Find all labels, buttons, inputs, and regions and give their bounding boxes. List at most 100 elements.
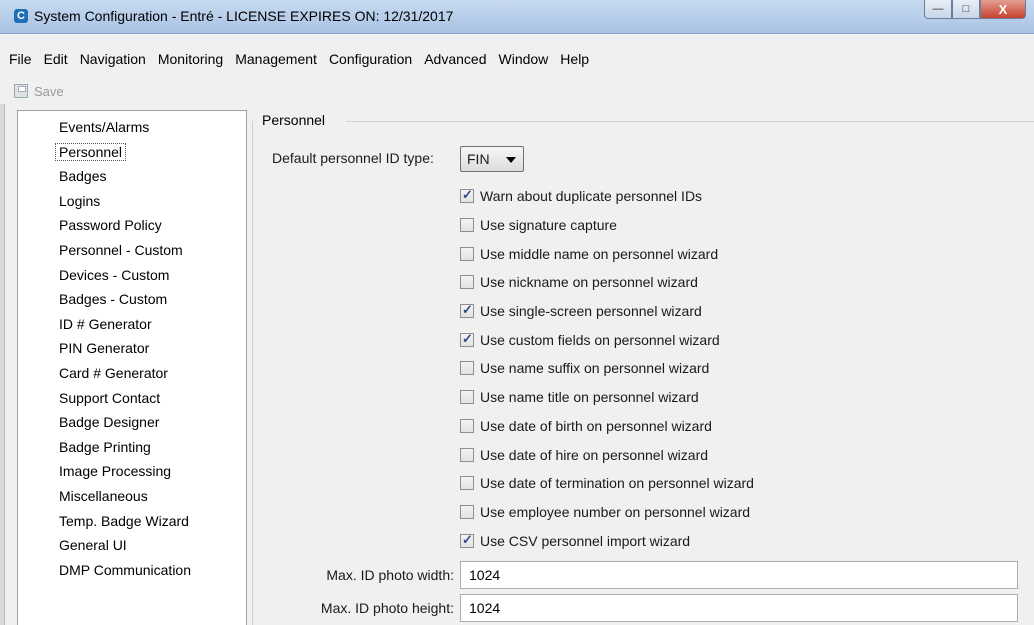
checkbox-label: Use employee number on personnel wizard [480, 503, 751, 520]
group-divider [346, 121, 1034, 122]
category-list[interactable]: Events/Alarms Personnel Badges Logins Passwo… [17, 110, 247, 625]
checkbox[interactable] [460, 418, 474, 433]
option-row[interactable]: Use date of termination on personnel wiz… [460, 469, 754, 498]
sidebar-item-label: Miscellaneous [59, 487, 148, 504]
maximize-button[interactable]: □ [952, 0, 980, 19]
menu-advanced[interactable]: Advanced [422, 51, 488, 67]
sidebar-item-badges-custom[interactable]: Badges - Custom [18, 287, 246, 312]
menu-navigation[interactable]: Navigation [78, 51, 148, 67]
checkbox-label: Use signature capture [480, 217, 617, 234]
sidebar-item-label: Personnel [55, 142, 127, 161]
window-controls: — □ X [924, 0, 1026, 20]
sidebar-item-support-contact[interactable]: Support Contact [18, 386, 246, 411]
checkbox[interactable] [460, 302, 474, 319]
checkbox[interactable] [460, 218, 474, 233]
group-border [252, 121, 253, 625]
save-button[interactable]: Save [14, 80, 64, 102]
id-type-dropdown[interactable]: FIN [460, 146, 524, 172]
floppy-disk-icon [14, 84, 28, 98]
option-row[interactable]: Use middle name on personnel wizard [460, 239, 754, 268]
photo-height-input[interactable] [460, 594, 1018, 622]
sidebar-item-badges[interactable]: Badges [18, 164, 246, 189]
minimize-button[interactable]: — [924, 0, 952, 19]
close-button[interactable]: X [980, 0, 1026, 19]
save-label: Save [34, 83, 64, 99]
sidebar-item-label: Card # Generator [59, 364, 168, 381]
checkbox[interactable] [460, 447, 474, 462]
checkbox-label: Warn about duplicate personnel IDs [480, 188, 703, 205]
checkbox-label: Use middle name on personnel wizard [480, 245, 719, 262]
checkbox-label: Use nickname on personnel wizard [480, 274, 698, 291]
sidebar-item-personnel-custom[interactable]: Personnel - Custom [18, 238, 246, 263]
checkbox[interactable] [460, 504, 474, 519]
sidebar-item-personnel[interactable]: Personnel [18, 140, 246, 165]
menu-edit[interactable]: Edit [42, 51, 70, 67]
checkbox-label: Use date of birth on personnel wizard [480, 417, 712, 434]
chevron-down-icon [506, 157, 516, 163]
checkbox[interactable] [460, 275, 474, 290]
sidebar-item-id-generator[interactable]: ID # Generator [18, 312, 246, 337]
menu-window[interactable]: Window [497, 51, 551, 67]
menu-help[interactable]: Help [558, 51, 591, 67]
option-row[interactable]: Use employee number on personnel wizard [460, 498, 754, 527]
sidebar-item-pin-generator[interactable]: PIN Generator [18, 336, 246, 361]
menu-management[interactable]: Management [233, 51, 319, 67]
option-row[interactable]: Use nickname on personnel wizard [460, 268, 754, 297]
sidebar-item-label: ID # Generator [59, 315, 152, 332]
sidebar-item-image-processing[interactable]: Image Processing [18, 459, 246, 484]
sidebar-item-temp-badge-wizard[interactable]: Temp. Badge Wizard [18, 509, 246, 534]
sidebar-item-label: DMP Communication [59, 561, 192, 578]
sidebar-item-label: PIN Generator [59, 340, 150, 357]
app-logo-icon: C [14, 9, 28, 23]
checkbox[interactable] [460, 390, 474, 405]
sidebar-item-password-policy[interactable]: Password Policy [18, 213, 246, 238]
checkbox[interactable] [460, 532, 474, 548]
checkbox-label: Use CSV personnel import wizard [480, 532, 691, 549]
sidebar-item-label: Badges - Custom [59, 291, 168, 308]
sidebar-item-label: Badges [59, 168, 107, 185]
option-row[interactable]: Use date of birth on personnel wizard [460, 412, 754, 441]
title-bar[interactable]: C System Configuration - Entré - LICENSE… [0, 0, 1034, 34]
option-row[interactable]: Use signature capture [460, 211, 754, 240]
menu-file[interactable]: File [7, 51, 34, 67]
option-row[interactable]: Use single-screen personnel wizard [460, 297, 754, 326]
checkbox[interactable] [460, 331, 474, 347]
option-row[interactable]: Use name title on personnel wizard [460, 383, 754, 412]
checkbox[interactable] [460, 476, 474, 491]
sidebar-item-events-alarms[interactable]: Events/Alarms [18, 115, 246, 140]
sidebar-item-badge-designer[interactable]: Badge Designer [18, 410, 246, 435]
menu-monitoring[interactable]: Monitoring [156, 51, 225, 67]
sidebar-item-devices-custom[interactable]: Devices - Custom [18, 263, 246, 288]
option-row[interactable]: Use date of hire on personnel wizard [460, 440, 754, 469]
checkbox-label: Use name suffix on personnel wizard [480, 360, 710, 377]
option-row[interactable]: Warn about duplicate personnel IDs [460, 182, 754, 211]
sidebar-item-miscellaneous[interactable]: Miscellaneous [18, 484, 246, 509]
sidebar-item-label: Image Processing [59, 463, 172, 480]
photo-width-input[interactable] [460, 561, 1018, 589]
sidebar-item-label: Devices - Custom [59, 266, 170, 283]
menu-configuration[interactable]: Configuration [327, 51, 414, 67]
window-title: System Configuration - Entré - LICENSE E… [34, 8, 454, 24]
option-row[interactable]: Use name suffix on personnel wizard [460, 354, 754, 383]
sidebar-item-logins[interactable]: Logins [18, 189, 246, 214]
sidebar-item-card-generator[interactable]: Card # Generator [18, 361, 246, 386]
option-row[interactable]: Use custom fields on personnel wizard [460, 325, 754, 354]
sidebar-item-label: Badge Designer [59, 414, 160, 431]
checkbox[interactable] [460, 361, 474, 376]
sidebar-item-dmp-communication[interactable]: DMP Communication [18, 558, 246, 583]
checkbox[interactable] [460, 187, 474, 204]
sidebar-item-label: Support Contact [59, 389, 161, 406]
checkbox[interactable] [460, 246, 474, 261]
sidebar-item-badge-printing[interactable]: Badge Printing [18, 435, 246, 460]
option-row[interactable]: Use CSV personnel import wizard [460, 526, 754, 555]
group-title: Personnel [262, 112, 330, 128]
checkbox-label: Use custom fields on personnel wizard [480, 331, 720, 348]
sidebar-item-general-ui[interactable]: General UI [18, 533, 246, 558]
photo-height-label: Max. ID photo height: [320, 600, 454, 616]
photo-width-label: Max. ID photo width: [326, 567, 454, 583]
sidebar-item-label: General UI [59, 537, 127, 554]
sidebar-item-label: Personnel - Custom [59, 241, 183, 258]
sidebar-item-label: Events/Alarms [59, 119, 150, 135]
checkbox-label: Use date of hire on personnel wizard [480, 446, 709, 463]
sidebar-item-label: Temp. Badge Wizard [59, 512, 189, 529]
